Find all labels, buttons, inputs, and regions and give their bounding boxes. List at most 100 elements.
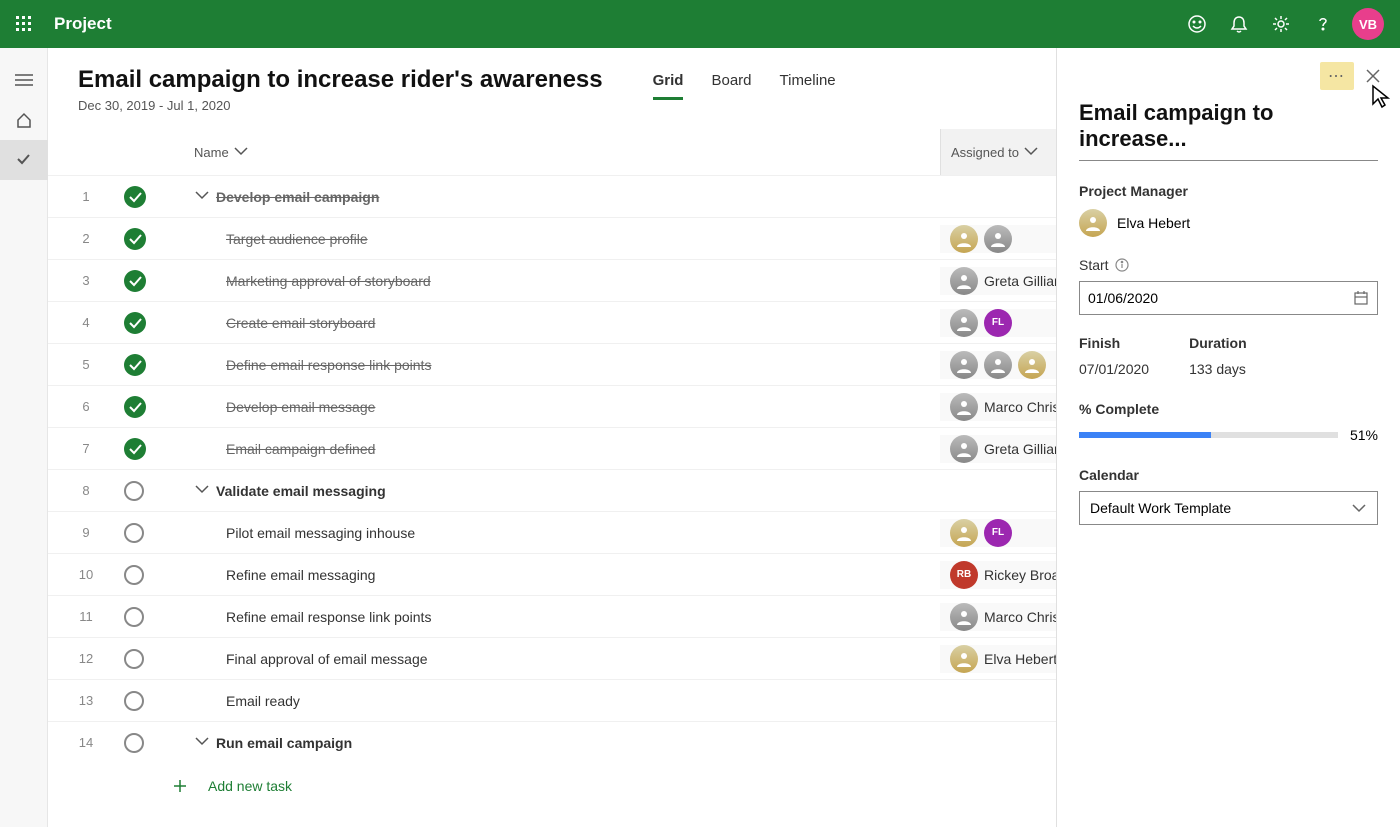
pm-avatar[interactable] <box>1079 209 1107 237</box>
checkmark-icon[interactable] <box>124 396 146 418</box>
status-open-icon[interactable] <box>124 523 144 543</box>
checkmark-icon[interactable] <box>124 270 146 292</box>
checkmark-icon[interactable] <box>124 312 146 334</box>
checkmark-icon[interactable] <box>124 186 146 208</box>
help-icon[interactable] <box>1302 0 1344 48</box>
assignee-avatar[interactable] <box>950 645 978 673</box>
col-header-id <box>48 129 124 175</box>
checkmark-icon[interactable] <box>124 354 146 376</box>
app-title: Project <box>54 14 112 34</box>
status-open-icon[interactable] <box>124 733 144 753</box>
assignee-avatar[interactable] <box>950 603 978 631</box>
start-date-value: 01/06/2020 <box>1088 290 1158 306</box>
row-name[interactable]: Create email storyboard <box>170 315 940 331</box>
row-name[interactable]: Develop email message <box>170 399 940 415</box>
tab-grid[interactable]: Grid <box>653 72 684 100</box>
assignee-avatar[interactable] <box>950 435 978 463</box>
rail-check-icon[interactable] <box>0 140 48 180</box>
row-name[interactable]: Define email response link points <box>170 357 940 373</box>
assignee-avatar[interactable]: FL <box>984 309 1012 337</box>
add-task-label: Add new task <box>208 778 292 794</box>
chevron-down-icon <box>1351 500 1367 516</box>
panel-finish-value: 07/01/2020 <box>1079 361 1149 377</box>
project-date-range: Dec 30, 2019 - Jul 1, 2020 <box>78 98 603 113</box>
pm-name: Elva Hebert <box>1117 215 1190 231</box>
plus-icon <box>170 776 190 796</box>
progress-value: 51% <box>1350 427 1378 443</box>
panel-complete-label: % Complete <box>1079 401 1378 417</box>
bell-icon[interactable] <box>1218 0 1260 48</box>
calendar-icon <box>1353 290 1369 306</box>
more-actions-button[interactable]: ⋯ <box>1320 62 1354 90</box>
chevron-down-icon[interactable] <box>194 733 210 752</box>
row-name[interactable]: Pilot email messaging inhouse <box>170 525 940 541</box>
assignee-avatar[interactable] <box>950 225 978 253</box>
smiley-icon[interactable] <box>1176 0 1218 48</box>
assignee-avatar[interactable] <box>950 267 978 295</box>
chevron-down-icon <box>1023 143 1039 162</box>
row-id: 12 <box>48 651 124 666</box>
checkmark-icon[interactable] <box>124 228 146 250</box>
assignee-avatar[interactable] <box>1018 351 1046 379</box>
calendar-select[interactable]: Default Work Template <box>1079 491 1378 525</box>
status-open-icon[interactable] <box>124 565 144 585</box>
row-name[interactable]: Refine email response link points <box>170 609 940 625</box>
cursor-icon <box>1370 84 1392 115</box>
panel-pm-label: Project Manager <box>1079 183 1378 199</box>
assignee-avatar[interactable]: FL <box>984 519 1012 547</box>
chevron-down-icon[interactable] <box>194 481 210 500</box>
row-name[interactable]: Email campaign defined <box>170 441 940 457</box>
status-open-icon[interactable] <box>124 649 144 669</box>
row-name[interactable]: Final approval of email message <box>170 651 940 667</box>
chevron-down-icon[interactable] <box>194 187 210 206</box>
status-open-icon[interactable] <box>124 691 144 711</box>
row-id: 10 <box>48 567 124 582</box>
assignee-avatar[interactable] <box>950 309 978 337</box>
assignee-avatar[interactable]: RB <box>950 561 978 589</box>
assignee-avatar[interactable] <box>950 351 978 379</box>
row-name[interactable]: Validate email messaging <box>170 481 940 500</box>
row-id: 3 <box>48 273 124 288</box>
row-id: 8 <box>48 483 124 498</box>
assignee-avatar[interactable] <box>950 519 978 547</box>
rail-home-icon[interactable] <box>0 100 48 140</box>
row-id: 2 <box>48 231 124 246</box>
row-name[interactable]: Target audience profile <box>170 231 940 247</box>
start-date-input[interactable]: 01/06/2020 <box>1079 281 1378 315</box>
col-header-name[interactable]: Name <box>170 129 940 175</box>
chevron-down-icon <box>233 143 249 162</box>
assignee-avatar[interactable] <box>984 225 1012 253</box>
status-open-icon[interactable] <box>124 607 144 627</box>
row-id: 13 <box>48 693 124 708</box>
gear-icon[interactable] <box>1260 0 1302 48</box>
assignee-name: Greta Gilliam <box>984 273 1066 289</box>
assignee-name: Elva Hebert <box>984 651 1057 667</box>
row-id: 4 <box>48 315 124 330</box>
assignee-avatar[interactable] <box>950 393 978 421</box>
user-avatar[interactable]: VB <box>1352 8 1384 40</box>
row-name[interactable]: Develop email campaign <box>170 187 940 206</box>
row-id: 7 <box>48 441 124 456</box>
details-panel: ⋯ Email campaign to increase... Project … <box>1056 48 1400 827</box>
row-id: 6 <box>48 399 124 414</box>
panel-title: Email campaign to increase... <box>1079 100 1378 161</box>
checkmark-icon[interactable] <box>124 438 146 460</box>
status-open-icon[interactable] <box>124 481 144 501</box>
row-id: 11 <box>48 609 124 624</box>
tab-board[interactable]: Board <box>711 72 751 97</box>
row-name[interactable]: Marketing approval of storyboard <box>170 273 940 289</box>
assignee-name: Greta Gilliam <box>984 441 1066 457</box>
panel-finish-label: Finish <box>1079 335 1149 351</box>
row-id: 9 <box>48 525 124 540</box>
panel-calendar-label: Calendar <box>1079 467 1378 483</box>
col-name-label: Name <box>194 145 229 160</box>
row-name[interactable]: Refine email messaging <box>170 567 940 583</box>
panel-duration-value: 133 days <box>1189 361 1247 377</box>
rail-hamburger-icon[interactable] <box>0 60 48 100</box>
row-name[interactable]: Email ready <box>170 693 940 709</box>
row-name[interactable]: Run email campaign <box>170 733 940 752</box>
app-launcher-icon[interactable] <box>8 8 40 40</box>
panel-duration-label: Duration <box>1189 335 1247 351</box>
tab-timeline[interactable]: Timeline <box>780 72 836 97</box>
assignee-avatar[interactable] <box>984 351 1012 379</box>
